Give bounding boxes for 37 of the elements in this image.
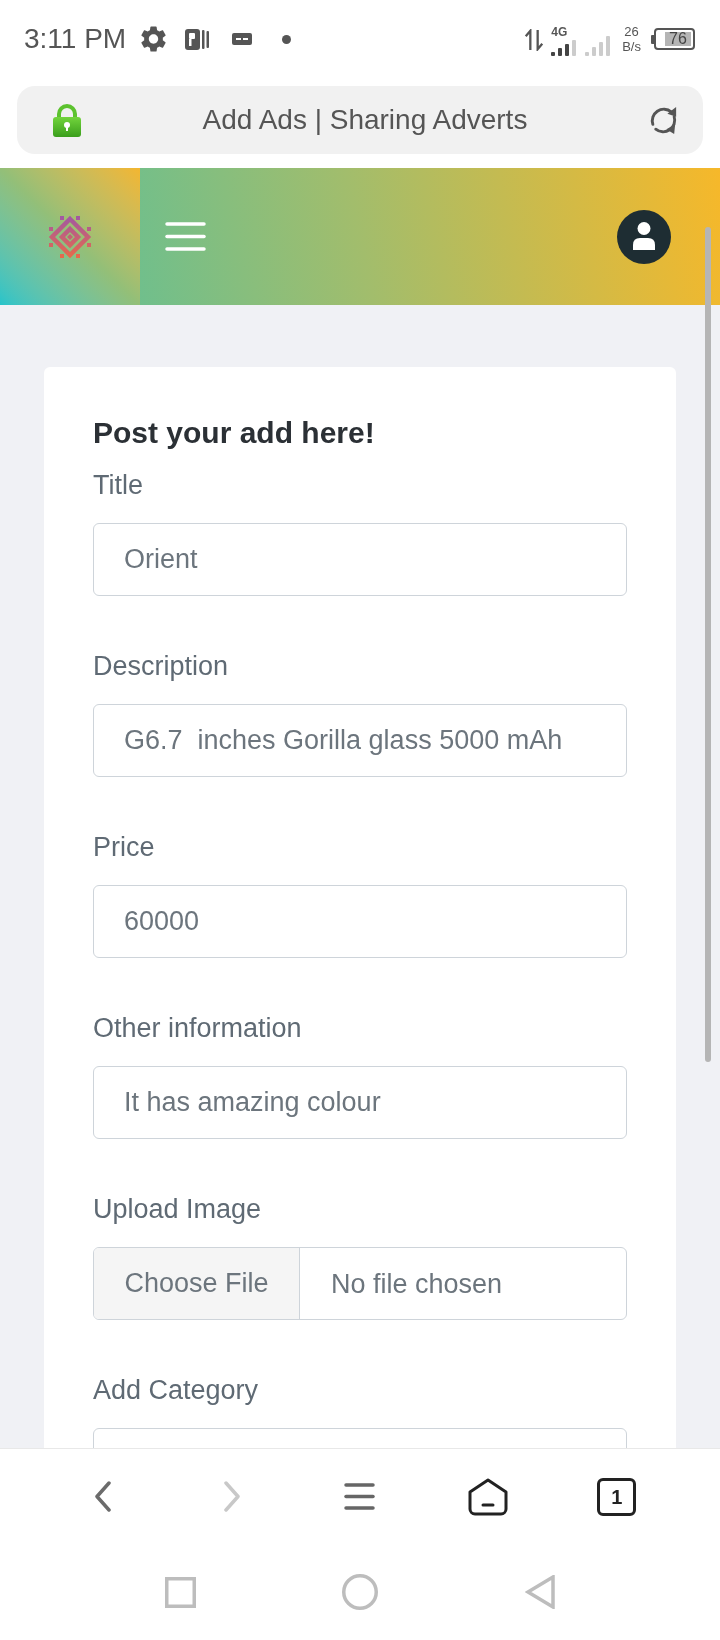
message-icon [232,33,253,45]
field-label: Price [93,831,156,864]
field-label: Upload Image [93,1193,263,1226]
text-input[interactable]: G6.7 inches Gorilla glass 5000 mAh [93,704,627,777]
choose-file-button[interactable]: Choose File [94,1248,300,1319]
file-status-text: No file chosen [331,1267,503,1301]
text-input[interactable]: Orient [93,523,627,596]
refresh-icon[interactable] [648,104,679,136]
gear-icon [141,26,167,52]
chevron-left-icon[interactable] [94,1481,113,1512]
network-type: 4G [551,26,568,38]
user-avatar-icon[interactable] [617,209,671,264]
clock-time: 3:11 PM [24,25,127,53]
text-input[interactable]: It has amazing colour [93,1066,627,1139]
field-label: Other information [93,1012,303,1045]
speed-unit: B/s [622,39,641,54]
triangle-icon[interactable] [525,1575,555,1609]
address-bar[interactable]: Add Ads | Sharing Adverts [17,86,703,154]
signal-icon [551,40,577,56]
signal-icon [585,36,611,56]
network-speed: 26 [624,24,639,39]
field-label: Description [93,650,230,683]
tabs-button[interactable]: 1 [597,1477,637,1516]
home-icon[interactable] [468,1477,509,1516]
app-icon [184,26,211,52]
menu-icon[interactable] [344,1483,376,1510]
form-title: Post your add here! [93,415,376,451]
text-input[interactable]: 60000 [93,885,627,958]
field-label: Add Category [93,1374,260,1407]
square-icon[interactable] [164,1576,196,1608]
circle-icon[interactable] [342,1574,378,1610]
page-title: Add Ads | Sharing Adverts [202,103,528,137]
file-upload-field[interactable]: Choose File No file chosen [93,1247,627,1320]
field-label: Title [93,469,144,502]
padlock-icon [52,103,82,137]
battery-indicator: 76 [651,28,695,50]
dot-icon [282,34,292,44]
